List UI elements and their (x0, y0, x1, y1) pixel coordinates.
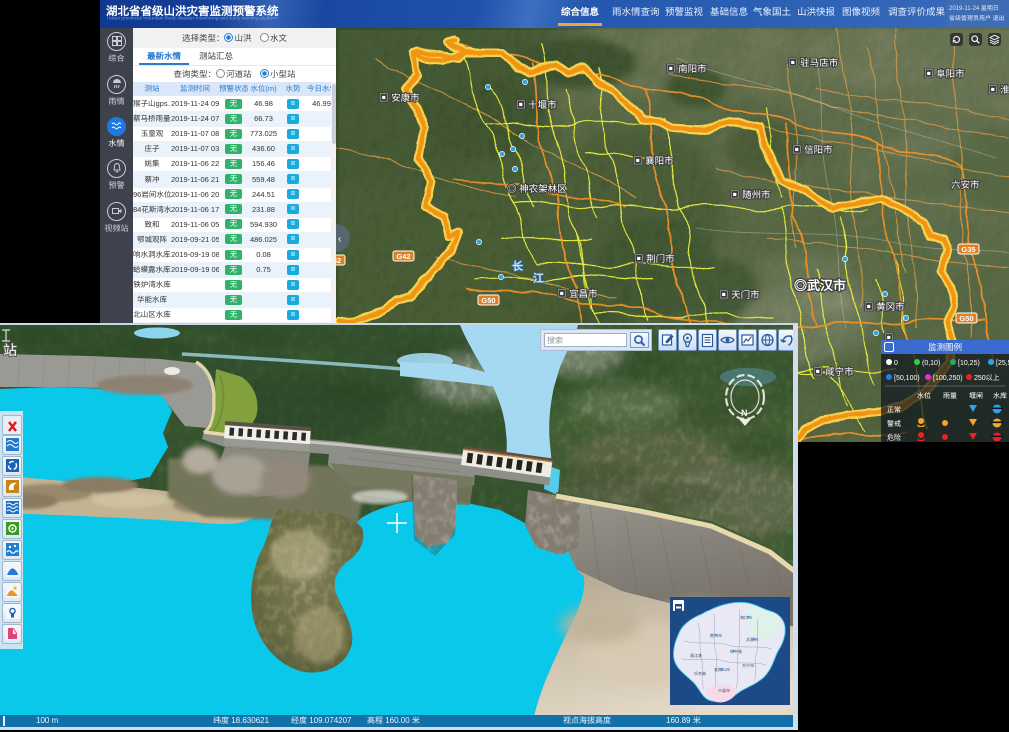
svg-text:▣ 驻马店市: ▣ 驻马店市 (788, 57, 839, 69)
svg-text:堰闸: 堰闸 (969, 392, 983, 400)
svg-text:雨量: 雨量 (943, 392, 957, 400)
svg-text:▣ 阜阳市: ▣ 阜阳市 (924, 68, 965, 80)
svg-text:▣ 荆门市: ▣ 荆门市 (634, 253, 675, 265)
svg-text:G50: G50 (959, 314, 973, 323)
svg-text:水位: 水位 (917, 392, 931, 400)
svg-text:‹: ‹ (338, 234, 341, 245)
svg-text:[25,5: [25,5 (996, 360, 1009, 367)
svg-text:长: 长 (512, 260, 524, 273)
svg-text:站: 站 (3, 342, 17, 358)
svg-text:42: 42 (336, 256, 341, 265)
svg-text:250以上: 250以上 (974, 374, 1000, 382)
svg-text:危险: 危险 (887, 434, 901, 442)
svg-text:昌江县: 昌江县 (690, 653, 702, 658)
svg-text:▣ 南阳市: ▣ 南阳市 (666, 63, 707, 75)
svg-text:琼中县: 琼中县 (730, 649, 742, 654)
svg-text:(0,10): (0,10) (922, 360, 940, 367)
svg-text:警戒: 警戒 (887, 420, 901, 428)
svg-text:▣ 安康市: ▣ 安康市 (379, 92, 420, 104)
svg-text:▣ 咸宁市: ▣ 咸宁市 (813, 366, 854, 378)
svg-text:[100,250): [100,250) (933, 375, 963, 382)
svg-text:[50,100): [50,100) (894, 375, 920, 382)
svg-text:0: 0 (894, 360, 898, 367)
svg-text:江: 江 (533, 272, 544, 285)
svg-text:▣ 天门市: ▣ 天门市 (719, 289, 760, 301)
svg-text:正常: 正常 (887, 406, 901, 414)
svg-text:▣ 十堰市: ▣ 十堰市 (516, 99, 557, 111)
svg-text:G50: G50 (481, 296, 495, 305)
svg-text:三亚市: 三亚市 (718, 688, 730, 693)
svg-text:◎ 神农架林区: ◎ 神农架林区 (507, 184, 567, 195)
svg-text:▣ 襄阳市: ▣ 襄阳市 (633, 155, 674, 167)
svg-text:G35: G35 (961, 245, 975, 254)
svg-text:万宁市: 万宁市 (742, 663, 754, 668)
svg-text:乐东县: 乐东县 (694, 671, 706, 676)
svg-text:◎武汉市: ◎武汉市 (794, 278, 846, 293)
svg-text:N: N (741, 408, 748, 418)
svg-text:G42: G42 (396, 252, 410, 261)
svg-text:▣ 淮南: ▣ 淮南 (988, 85, 1009, 96)
svg-text:▣ 信阳市: ▣ 信阳市 (792, 144, 833, 156)
svg-text:海口市: 海口市 (740, 615, 752, 620)
svg-text:[10,25): [10,25) (958, 360, 980, 367)
svg-text:▣ 黄冈市: ▣ 黄冈市 (864, 301, 905, 313)
svg-text:六安市: 六安市 (951, 179, 980, 191)
svg-text:▣ 随州市: ▣ 随州市 (730, 189, 771, 201)
svg-text:▣ 宜昌市: ▣ 宜昌市 (557, 288, 598, 300)
svg-text:水库: 水库 (993, 392, 1007, 400)
svg-text:文昌市: 文昌市 (746, 637, 758, 642)
